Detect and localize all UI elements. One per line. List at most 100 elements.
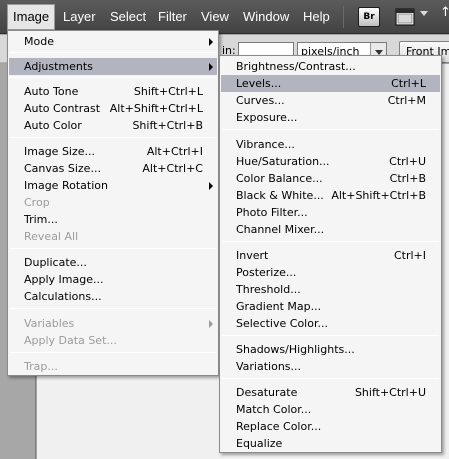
menu-item-label: Posterize... — [236, 266, 297, 279]
menu-item-reveal-all: Reveal All — [9, 228, 217, 245]
menu-item-photo-filter[interactable]: Photo Filter... — [221, 204, 440, 221]
menu-item-label: Equalize — [236, 437, 283, 450]
menu-item-exposure[interactable]: Exposure... — [221, 109, 440, 126]
menu-item-label: Calculations... — [24, 290, 102, 303]
menu-item-invert[interactable]: Invert Ctrl+I — [221, 247, 440, 264]
menu-separator — [10, 77, 216, 78]
menu-separator — [10, 52, 216, 53]
shortcut: Shift+Ctrl+L — [133, 85, 203, 98]
menu-item-brightness-contrast[interactable]: Brightness/Contrast... — [221, 58, 440, 75]
menu-item-match-color[interactable]: Match Color... — [221, 401, 440, 418]
submenu-arrow-icon — [209, 38, 213, 46]
menu-bar: Image Layer Select Filter View Window He… — [0, 0, 449, 34]
menu-item-hue-saturation[interactable]: Hue/Saturation... Ctrl+U — [221, 153, 440, 170]
menu-separator — [222, 129, 439, 130]
menu-item-image-rotation[interactable]: Image Rotation — [9, 177, 217, 194]
menu-item-label: Black & White... — [236, 189, 324, 202]
menu-item-variables: Variables — [9, 315, 217, 332]
menu-item-label: Image Size... — [24, 145, 96, 158]
menu-item-label: Brightness/Contrast... — [236, 60, 356, 73]
menu-item-threshold[interactable]: Threshold... — [221, 281, 440, 298]
menu-item-label: Exposure... — [236, 111, 298, 124]
menu-item-label: Image Rotation — [24, 179, 108, 192]
menu-item-label: Vibrance... — [236, 138, 295, 151]
menu-item-label: Selective Color... — [236, 317, 328, 330]
shortcut: Alt+Ctrl+C — [142, 162, 203, 175]
menu-item-levels[interactable]: Levels... Ctrl+L — [221, 75, 440, 92]
menu-item-label: Invert — [236, 249, 269, 262]
menu-item-label: Color Balance... — [236, 172, 323, 185]
menu-item-label: Apply Image... — [24, 273, 104, 286]
menu-item-trim[interactable]: Trim... — [9, 211, 217, 228]
menu-item-adjustments[interactable]: Adjustments — [9, 58, 217, 75]
image-menu: Mode Adjustments Auto Tone Shift+Ctrl+L A… — [7, 30, 219, 376]
menu-item-auto-color[interactable]: Auto Color Shift+Ctrl+B — [9, 117, 217, 134]
menu-separator — [222, 335, 439, 336]
menu-item-label: Mode — [24, 35, 54, 48]
menu-separator — [10, 352, 216, 353]
menu-item-apply-data-set: Apply Data Set... — [9, 332, 217, 349]
menu-item-black-white[interactable]: Black & White... Alt+Shift+Ctrl+B — [221, 187, 440, 204]
menubar-divider — [343, 6, 344, 28]
submenu-arrow-icon — [209, 63, 213, 71]
menu-item-channel-mixer[interactable]: Channel Mixer... — [221, 221, 440, 238]
shortcut: Alt+Ctrl+I — [146, 145, 203, 158]
menu-item-selective-color[interactable]: Selective Color... — [221, 315, 440, 332]
menu-item-crop: Crop — [9, 194, 217, 211]
menu-item-label: Auto Color — [24, 119, 82, 132]
menu-item-label: Levels... — [236, 77, 282, 90]
menu-item-posterize[interactable]: Posterize... — [221, 264, 440, 281]
menu-separator — [222, 378, 439, 379]
menu-item-apply-image[interactable]: Apply Image... — [9, 271, 217, 288]
menu-item-calculations[interactable]: Calculations... — [9, 288, 217, 305]
shortcut: Ctrl+I — [393, 249, 426, 262]
shortcut: Ctrl+L — [391, 77, 426, 90]
menu-item-label: Desaturate — [236, 386, 298, 399]
menu-filter[interactable]: Filter — [153, 5, 192, 29]
menu-item-label: Channel Mixer... — [236, 223, 325, 236]
bridge-button[interactable]: Br — [358, 7, 380, 27]
menu-item-label: Photo Filter... — [236, 206, 308, 219]
menu-item-auto-tone[interactable]: Auto Tone Shift+Ctrl+L — [9, 83, 217, 100]
menu-item-curves[interactable]: Curves... Ctrl+M — [221, 92, 440, 109]
menu-layer[interactable]: Layer — [58, 5, 101, 29]
submenu-arrow-icon — [209, 182, 213, 190]
chevron-down-icon[interactable] — [420, 11, 428, 16]
shortcut: Ctrl+B — [389, 172, 426, 185]
menu-item-shadows-highlights[interactable]: Shadows/Highlights... — [221, 341, 440, 358]
menu-item-variations[interactable]: Variations... — [221, 358, 440, 375]
menu-item-image-size[interactable]: Image Size... Alt+Ctrl+I — [9, 143, 217, 160]
menu-item-mode[interactable]: Mode — [9, 33, 217, 50]
menu-item-vibrance[interactable]: Vibrance... — [221, 136, 440, 153]
overflow-arrow-icon[interactable]: ↑ — [440, 5, 449, 20]
adjustments-submenu: Brightness/Contrast... Levels... Ctrl+L C… — [219, 55, 442, 453]
menu-view[interactable]: View — [196, 5, 234, 29]
menu-separator — [222, 241, 439, 242]
menu-item-label: Apply Data Set... — [24, 334, 117, 347]
menu-separator — [10, 248, 216, 249]
menu-item-label: Variables — [24, 317, 75, 330]
menu-select[interactable]: Select — [105, 5, 151, 29]
menu-image[interactable]: Image — [7, 4, 56, 30]
menu-window[interactable]: Window — [238, 5, 294, 29]
menu-item-desaturate[interactable]: Desaturate Shift+Ctrl+U — [221, 384, 440, 401]
menu-item-label: Hue/Saturation... — [236, 155, 330, 168]
menu-help[interactable]: Help — [298, 5, 335, 29]
menu-item-gradient-map[interactable]: Gradient Map... — [221, 298, 440, 315]
menu-item-label: Crop — [24, 196, 50, 209]
shortcut: Shift+Ctrl+U — [354, 386, 426, 399]
shortcut: Ctrl+M — [387, 94, 426, 107]
menu-item-label: Shadows/Highlights... — [236, 343, 355, 356]
menu-item-canvas-size[interactable]: Canvas Size... Alt+Ctrl+C — [9, 160, 217, 177]
menu-item-auto-contrast[interactable]: Auto Contrast Alt+Shift+Ctrl+L — [9, 100, 217, 117]
menu-item-replace-color[interactable]: Replace Color... — [221, 418, 440, 435]
menu-item-label: Trap... — [24, 360, 58, 373]
menu-item-label: Canvas Size... — [24, 162, 101, 175]
shortcut: Alt+Shift+Ctrl+B — [331, 189, 426, 202]
menu-item-duplicate[interactable]: Duplicate... — [9, 254, 217, 271]
menu-item-trap: Trap... — [9, 358, 217, 375]
menu-item-color-balance[interactable]: Color Balance... Ctrl+B — [221, 170, 440, 187]
screen-mode-icon[interactable] — [394, 7, 416, 27]
menu-item-label: Threshold... — [236, 283, 301, 296]
menu-item-equalize[interactable]: Equalize — [221, 435, 440, 452]
